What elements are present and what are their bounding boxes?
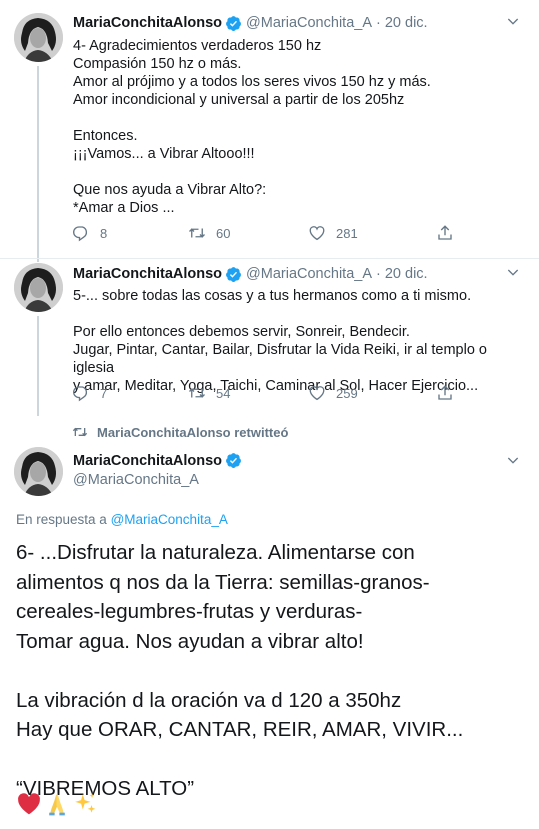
author-handle[interactable]: @MariaConchita_A xyxy=(246,266,372,282)
avatar[interactable] xyxy=(14,263,63,312)
reply-icon xyxy=(73,386,88,402)
reply-count: 7 xyxy=(100,385,108,401)
heart-icon xyxy=(309,226,325,241)
retweet-count: 60 xyxy=(216,225,231,241)
separator-dot: · xyxy=(376,15,381,31)
tweet-actions: 7 54 259 xyxy=(72,384,462,404)
tweet-actions: 8 60 281 xyxy=(72,224,462,244)
chevron-down-icon[interactable] xyxy=(505,13,521,29)
reply-handle-link[interactable]: @MariaConchita_A xyxy=(111,512,228,527)
author-handle[interactable]: @MariaConchita_A xyxy=(246,15,372,31)
like-count: 259 xyxy=(336,385,358,401)
avatar[interactable] xyxy=(14,447,63,496)
main-tweet-text: 6- ...Disfrutar la naturaleza. Alimentar… xyxy=(16,541,464,800)
retweet-count: 54 xyxy=(216,385,231,401)
author-name[interactable]: MariaConchitaAlonso xyxy=(73,15,222,31)
verified-badge-icon xyxy=(225,15,242,32)
reply-button[interactable]: 7 xyxy=(72,384,107,402)
reply-context: En respuesta a @MariaConchita_A xyxy=(16,512,228,527)
chevron-down-icon[interactable] xyxy=(505,452,521,468)
timestamp[interactable]: 20 dic. xyxy=(385,15,428,31)
share-button[interactable] xyxy=(436,224,454,247)
tweet-text: 4- Agradecimientos verdaderos 150 hz Com… xyxy=(73,38,431,216)
retweet-icon xyxy=(72,427,88,437)
separator-dot: · xyxy=(376,266,381,282)
retweet-icon xyxy=(189,228,205,238)
avatar[interactable] xyxy=(14,13,63,62)
retweet-button[interactable]: 54 xyxy=(188,384,230,402)
author-name[interactable]: MariaConchitaAlonso xyxy=(73,453,222,469)
retweet-notice[interactable]: MariaConchitaAlonso retwitteó xyxy=(72,424,288,440)
red-heart-icon xyxy=(16,791,42,817)
share-icon xyxy=(438,225,452,240)
share-icon xyxy=(438,385,452,400)
like-count: 281 xyxy=(336,225,358,241)
reply-button[interactable]: 8 xyxy=(72,224,107,242)
verified-badge-icon xyxy=(225,266,242,283)
emoji-row xyxy=(16,791,98,817)
reply-icon xyxy=(73,226,88,242)
author-name[interactable]: MariaConchitaAlonso xyxy=(73,266,222,282)
retweet-notice-text: MariaConchitaAlonso retwitteó xyxy=(97,424,289,440)
folded-hands-icon xyxy=(44,791,70,817)
author-handle[interactable]: @MariaConchita_A xyxy=(73,472,199,488)
tweet[interactable]: MariaConchitaAlonso @MariaConchita_A · 2… xyxy=(0,251,539,411)
sparkles-icon xyxy=(72,791,98,817)
like-button[interactable]: 281 xyxy=(308,224,358,242)
share-button[interactable] xyxy=(436,384,454,407)
verified-badge-icon xyxy=(225,452,242,469)
retweet-icon xyxy=(189,388,205,398)
reply-prefix: En respuesta a xyxy=(16,512,107,527)
chevron-down-icon[interactable] xyxy=(505,264,521,280)
reply-count: 8 xyxy=(100,225,108,241)
heart-icon xyxy=(309,386,325,401)
tweet[interactable]: MariaConchitaAlonso @MariaConchita_A · 2… xyxy=(0,0,539,258)
retweet-button[interactable]: 60 xyxy=(188,224,230,242)
tweet-text: 5-... sobre todas las cosas y a tus herm… xyxy=(73,288,487,394)
timestamp[interactable]: 20 dic. xyxy=(385,266,428,282)
like-button[interactable]: 259 xyxy=(308,384,358,402)
